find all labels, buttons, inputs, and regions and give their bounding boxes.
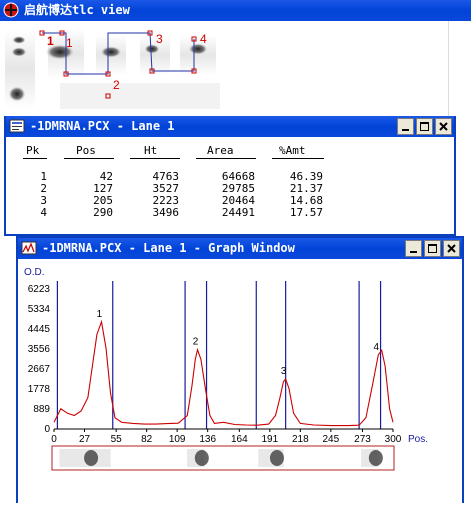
x-tick-label: 82 bbox=[141, 434, 153, 445]
x-tick-label: 55 bbox=[111, 434, 123, 445]
lane-strip-spot bbox=[194, 450, 209, 466]
lane-window: -1DMRNA.PCX - Lane 1 Pk Pos Ht Area %Amt bbox=[4, 116, 456, 236]
graph-window-icon bbox=[21, 240, 37, 256]
lane-maximize-button[interactable] bbox=[416, 118, 433, 135]
col-header-pk: Pk bbox=[26, 144, 40, 157]
lane-close-button[interactable] bbox=[435, 118, 452, 135]
graph-window: -1DMRNA.PCX - Lane 1 - Graph Window O.D.… bbox=[16, 236, 464, 503]
col-header-pos: Pos bbox=[76, 144, 96, 157]
graph-minimize-button[interactable] bbox=[405, 240, 422, 257]
x-tick-label: 109 bbox=[169, 434, 186, 445]
x-tick-label: 164 bbox=[231, 434, 248, 445]
x-tick-label: 27 bbox=[79, 434, 91, 445]
table-cell: 3496 bbox=[152, 206, 180, 219]
table-cell: 24491 bbox=[221, 206, 255, 219]
graph-close-button[interactable] bbox=[443, 240, 460, 257]
lane-window-icon bbox=[9, 118, 25, 134]
app-icon bbox=[3, 2, 19, 18]
x-axis-title: Pos. bbox=[408, 434, 428, 445]
graph-title-bar[interactable]: -1DMRNA.PCX - Lane 1 - Graph Window bbox=[18, 238, 462, 259]
table-cell: 17.57 bbox=[289, 206, 323, 219]
lane-strip-spot bbox=[368, 450, 383, 466]
x-tick-label: 218 bbox=[292, 434, 309, 445]
density-trace bbox=[53, 319, 394, 427]
tlc-plate-area[interactable]: 1 1 3 4 2 bbox=[0, 21, 449, 111]
y-tick-label: 6223 bbox=[28, 284, 51, 295]
peak-label: 3 bbox=[281, 366, 287, 377]
lane-title-bar[interactable]: -1DMRNA.PCX - Lane 1 bbox=[6, 116, 454, 137]
lane-marker-4[interactable]: 4 bbox=[200, 32, 207, 46]
main-window: 启航博达tlc view 1 1 3 4 2 -1DMRNA.PCX - Lan… bbox=[0, 0, 471, 503]
table-row: 4 290 3496 24491 17.57 bbox=[6, 206, 454, 219]
col-header-amt: %Amt bbox=[279, 144, 306, 157]
x-tick-label: 0 bbox=[51, 434, 57, 445]
graph-maximize-button[interactable] bbox=[424, 240, 441, 257]
lane-strip-spot bbox=[269, 450, 284, 466]
y-tick-label: 4445 bbox=[28, 324, 51, 335]
y-tick-label: 0 bbox=[44, 424, 50, 435]
y-tick-label: 3556 bbox=[28, 344, 51, 355]
graph-window-title: -1DMRNA.PCX - Lane 1 - Graph Window bbox=[42, 241, 295, 255]
x-tick-label: 300 bbox=[385, 434, 402, 445]
table-row: 3 205 2223 20464 14.68 bbox=[6, 194, 454, 207]
table-row: 1 42 4763 64668 46.39 bbox=[6, 170, 454, 183]
main-title-bar[interactable]: 启航博达tlc view bbox=[0, 0, 471, 21]
peak-label: 2 bbox=[193, 337, 199, 348]
table-cell: 4 bbox=[40, 206, 47, 219]
peak-label: 4 bbox=[374, 342, 380, 353]
y-tick-label: 2667 bbox=[28, 364, 51, 375]
y-axis-title: O.D. bbox=[24, 267, 45, 278]
x-tick-label: 191 bbox=[261, 434, 278, 445]
main-title: 启航博达tlc view bbox=[24, 3, 130, 17]
lane-marker-2[interactable]: 2 bbox=[113, 78, 120, 92]
header-rule-ht bbox=[130, 158, 180, 159]
peak-label: 1 bbox=[97, 309, 103, 320]
lane-strip-spot bbox=[84, 450, 99, 466]
x-tick-label: 136 bbox=[199, 434, 216, 445]
col-header-area: Area bbox=[207, 144, 234, 157]
header-rule-amt bbox=[272, 158, 324, 159]
lane-minimize-button[interactable] bbox=[397, 118, 414, 135]
lane-marker-3[interactable]: 3 bbox=[156, 32, 163, 46]
peak-table: Pk Pos Ht Area %Amt 1 42 4763 64668 46.39 2 12… bbox=[6, 137, 454, 236]
y-tick-label: 1778 bbox=[28, 384, 51, 395]
col-header-ht: Ht bbox=[144, 144, 158, 157]
lane-marker-1b[interactable]: 1 bbox=[66, 36, 73, 50]
header-rule-pos bbox=[64, 158, 114, 159]
header-rule-area bbox=[196, 158, 256, 159]
lane-marker-1[interactable]: 1 bbox=[47, 34, 54, 48]
table-cell: 290 bbox=[93, 206, 113, 219]
densitometry-chart[interactable]: O.D. Pos. 6223 5334 4445 3556 2667 1778 889 0 0… bbox=[18, 259, 462, 505]
y-tick-label: 889 bbox=[33, 404, 50, 415]
y-tick-label: 5334 bbox=[28, 304, 51, 315]
table-row: 2 127 3527 29785 21.37 bbox=[6, 182, 454, 195]
x-tick-label: 245 bbox=[323, 434, 340, 445]
lane-window-title: -1DMRNA.PCX - Lane 1 bbox=[30, 119, 175, 133]
x-tick-label: 273 bbox=[354, 434, 371, 445]
header-rule-pk bbox=[23, 158, 47, 159]
